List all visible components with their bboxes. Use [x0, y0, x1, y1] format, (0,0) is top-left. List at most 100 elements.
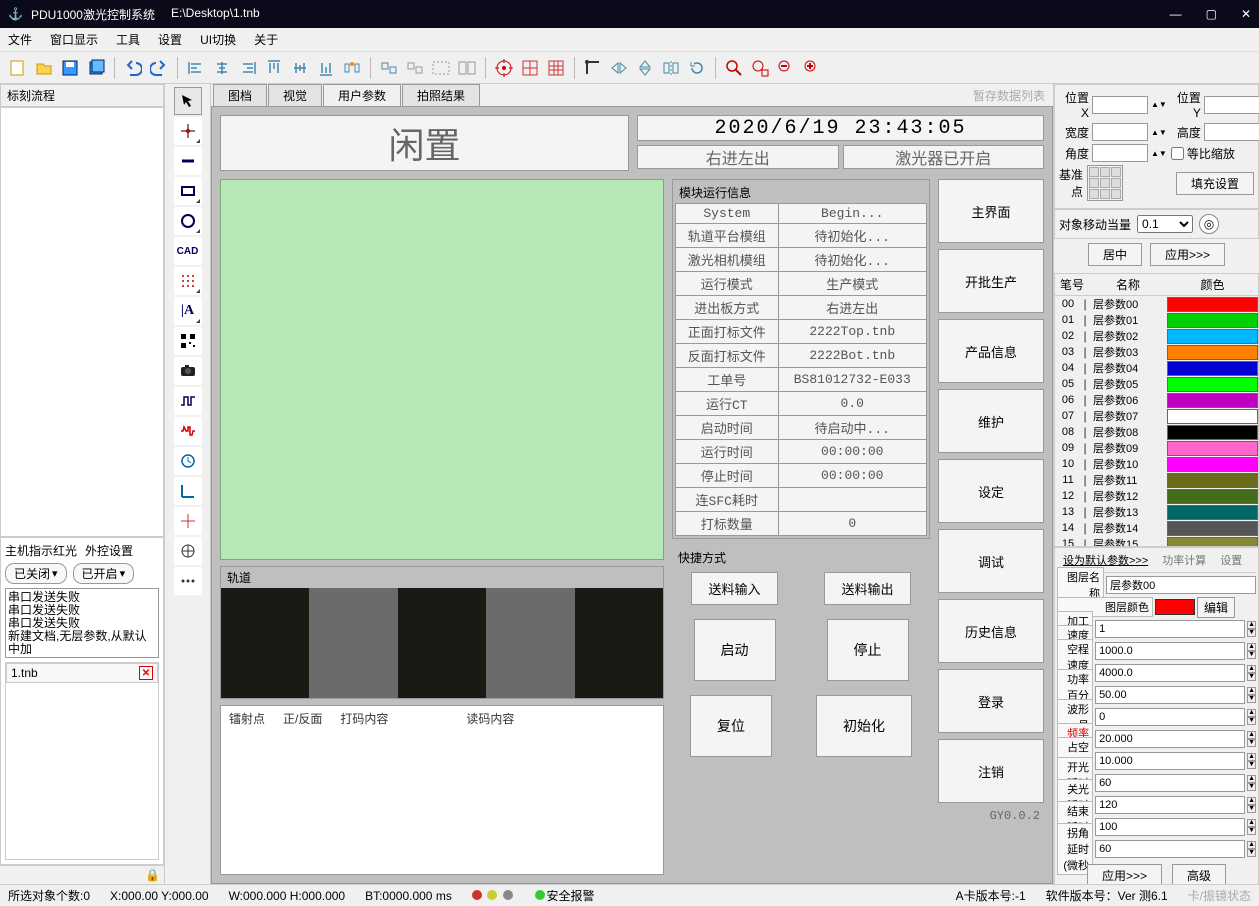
corner-icon[interactable]	[581, 56, 605, 80]
advanced-button[interactable]: 高级	[1172, 864, 1226, 885]
start-button[interactable]: 启动	[694, 619, 776, 681]
align-top-icon[interactable]	[262, 56, 286, 80]
lock-icon[interactable]: 🔒	[145, 868, 160, 882]
pointer-icon[interactable]	[174, 87, 202, 115]
layer-row[interactable]: 11|层参数11	[1055, 472, 1258, 488]
menu-settings[interactable]: 设置	[158, 31, 182, 48]
nav-maint[interactable]: 维护	[938, 389, 1044, 453]
dotmatrix-icon[interactable]	[174, 267, 202, 295]
nav-settings[interactable]: 设定	[938, 459, 1044, 523]
corner-input[interactable]	[1095, 840, 1245, 858]
redlight-off-button[interactable]: 已关闭 ▾	[5, 563, 67, 584]
layer-row[interactable]: 03|层参数03	[1055, 344, 1258, 360]
nav-batch[interactable]: 开批生产	[938, 249, 1044, 313]
apply-pos-button[interactable]: 应用>>>	[1150, 243, 1225, 266]
grid2-icon[interactable]	[544, 56, 568, 80]
crosshair-icon[interactable]	[174, 507, 202, 535]
layer-row[interactable]: 07|层参数07	[1055, 408, 1258, 424]
feed-in-button[interactable]: 送料输入	[691, 572, 777, 605]
power-input[interactable]	[1095, 686, 1245, 704]
offdelay-input[interactable]	[1095, 796, 1245, 814]
layer-row[interactable]: 09|层参数09	[1055, 440, 1258, 456]
align-center-v-icon[interactable]	[210, 56, 234, 80]
qrcode-icon[interactable]	[174, 327, 202, 355]
tab-vision[interactable]: 视觉	[268, 84, 322, 106]
undo-icon[interactable]	[121, 56, 145, 80]
menu-ui[interactable]: UI切换	[200, 31, 236, 48]
posy-input[interactable]	[1204, 96, 1259, 114]
tab-userparam[interactable]: 用户参数	[323, 84, 401, 106]
group-icon[interactable]	[377, 56, 401, 80]
menu-window[interactable]: 窗口显示	[50, 31, 98, 48]
redlight-on-button[interactable]: 已开启 ▾	[73, 563, 135, 584]
new-icon[interactable]	[6, 56, 30, 80]
layer-name-input[interactable]	[1106, 576, 1256, 594]
maximize-icon[interactable]: ▢	[1206, 7, 1217, 21]
target-icon[interactable]	[492, 56, 516, 80]
save-data-list[interactable]: 暂存数据列表	[965, 85, 1053, 106]
layer-row[interactable]: 15|层参数15	[1055, 536, 1258, 546]
duty-input[interactable]	[1095, 752, 1245, 770]
flip-h-icon[interactable]	[607, 56, 631, 80]
clock-icon[interactable]	[174, 447, 202, 475]
ratio-checkbox[interactable]	[1171, 147, 1184, 160]
mirror-icon[interactable]	[659, 56, 683, 80]
wave-input[interactable]	[1095, 708, 1245, 726]
more-icon[interactable]	[174, 567, 202, 595]
param-tab-cfg[interactable]: 设置	[1214, 550, 1248, 570]
pulse-icon[interactable]	[174, 387, 202, 415]
circle-icon[interactable]	[174, 207, 202, 235]
nav-debug[interactable]: 调试	[938, 529, 1044, 593]
fill-settings-button[interactable]: 填充设置	[1176, 172, 1254, 195]
layer-row[interactable]: 01|层参数01	[1055, 312, 1258, 328]
nav-login[interactable]: 登录	[938, 669, 1044, 733]
center-button[interactable]: 居中	[1088, 243, 1142, 266]
open-icon[interactable]	[32, 56, 56, 80]
anchor-grid[interactable]	[1087, 165, 1123, 201]
menu-file[interactable]: 文件	[8, 31, 32, 48]
zoom-out-icon[interactable]	[774, 56, 798, 80]
angle-input[interactable]	[1092, 144, 1148, 162]
feed-out-button[interactable]: 送料输出	[824, 572, 910, 605]
nav-logout[interactable]: 注销	[938, 739, 1044, 803]
rect-icon[interactable]	[174, 177, 202, 205]
file-item[interactable]: 1.tnb ✕	[6, 663, 158, 683]
close-icon[interactable]: ✕	[1241, 7, 1251, 21]
layer-row[interactable]: 08|层参数08	[1055, 424, 1258, 440]
grid1-icon[interactable]	[518, 56, 542, 80]
layer-row[interactable]: 06|层参数06	[1055, 392, 1258, 408]
count-input[interactable]	[1095, 620, 1245, 638]
cad-icon[interactable]: CAD	[174, 237, 202, 265]
layer-row[interactable]: 14|层参数14	[1055, 520, 1258, 536]
nav-product[interactable]: 产品信息	[938, 319, 1044, 383]
minimize-icon[interactable]: —	[1170, 7, 1182, 21]
layer-row[interactable]: 04|层参数04	[1055, 360, 1258, 376]
saveall-icon[interactable]	[84, 56, 108, 80]
speed-input[interactable]	[1095, 642, 1245, 660]
travel-input[interactable]	[1095, 664, 1245, 682]
nav-history[interactable]: 历史信息	[938, 599, 1044, 663]
nav-main[interactable]: 主界面	[938, 179, 1044, 243]
init-button[interactable]: 初始化	[816, 695, 912, 757]
menu-about[interactable]: 关于	[254, 31, 278, 48]
combine-icon[interactable]	[429, 56, 453, 80]
width-input[interactable]	[1092, 123, 1148, 141]
tab-photo[interactable]: 拍照结果	[402, 84, 480, 106]
layer-list[interactable]: 00|层参数0001|层参数0102|层参数0203|层参数0304|层参数04…	[1055, 296, 1258, 546]
enddelay-input[interactable]	[1095, 818, 1245, 836]
zoom-icon[interactable]	[722, 56, 746, 80]
height-input[interactable]	[1204, 123, 1259, 141]
close-file-icon[interactable]: ✕	[139, 666, 153, 680]
param-tab-calc[interactable]: 功率计算	[1156, 550, 1212, 570]
flip-v-icon[interactable]	[633, 56, 657, 80]
save-icon[interactable]	[58, 56, 82, 80]
text-icon[interactable]: |A	[174, 297, 202, 325]
posx-input[interactable]	[1092, 96, 1148, 114]
origin-icon[interactable]	[174, 537, 202, 565]
stop-button[interactable]: 停止	[827, 619, 909, 681]
layer-row[interactable]: 02|层参数02	[1055, 328, 1258, 344]
layer-row[interactable]: 12|层参数12	[1055, 488, 1258, 504]
angle-icon[interactable]	[174, 477, 202, 505]
layer-row[interactable]: 13|层参数13	[1055, 504, 1258, 520]
line-icon[interactable]	[174, 147, 202, 175]
